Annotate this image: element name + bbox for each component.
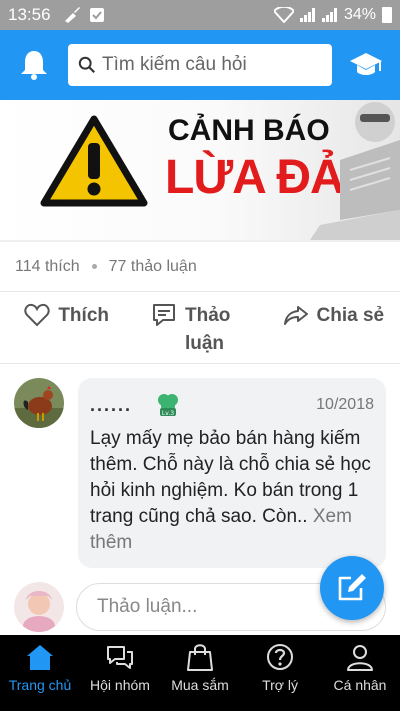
nav-home[interactable]: Trang chủ <box>0 635 80 711</box>
app-header <box>0 30 400 100</box>
signal-icon <box>299 8 315 22</box>
warning-triangle-icon <box>40 115 148 207</box>
shopping-bag-icon <box>187 644 213 671</box>
heart-icon <box>24 303 50 327</box>
nav-shopping-label: Mua sắm <box>171 677 229 693</box>
comment-bubble: ...... Lv.3 10/2018 Lạy mấy mẹ bảo bán h… <box>78 378 386 568</box>
education-button[interactable] <box>342 41 390 89</box>
nav-profile-label: Cá nhân <box>333 677 387 693</box>
discussion-count[interactable]: 77 thảo luận <box>109 258 197 276</box>
nav-assistant[interactable]: Trợ lý <box>240 635 320 711</box>
discuss-label: Thảo luận <box>184 305 231 354</box>
notification-button[interactable] <box>10 41 58 89</box>
avatar[interactable] <box>14 378 64 428</box>
nav-home-label: Trang chủ <box>8 677 72 693</box>
broom-icon <box>64 7 80 23</box>
post-actions: Thích Thảo luận Chia sẻ <box>0 292 400 364</box>
post-stats: 114 thích 77 thảo luận <box>0 242 400 292</box>
post-banner-image[interactable]: CẢNH BÁO LỪA ĐẢO <box>0 100 400 240</box>
search-input[interactable] <box>102 54 322 76</box>
comment-date: 10/2018 <box>316 396 374 413</box>
wifi-icon <box>273 7 294 23</box>
like-button[interactable]: Thích <box>0 302 133 363</box>
share-label: Chia sẻ <box>316 305 385 326</box>
home-icon <box>27 645 53 670</box>
help-circle-icon <box>267 644 293 670</box>
battery-icon <box>382 7 392 23</box>
status-bar: 13:56 34% <box>0 0 400 30</box>
comment-username[interactable]: ...... <box>90 395 132 416</box>
discuss-button[interactable]: Thảo luận <box>133 302 266 363</box>
status-right: 34% <box>273 6 392 24</box>
app-root: 13:56 34% Tìm kiếm câu hỏi CẢNH BÁO LỪA … <box>0 0 400 711</box>
like-count[interactable]: 114 thích <box>15 258 80 276</box>
status-notification-icons <box>63 7 105 23</box>
checkbox-icon <box>89 8 104 22</box>
hacker-laptop-illustration <box>310 102 400 240</box>
signal-icon-2 <box>321 8 337 22</box>
status-time: 13:56 <box>8 5 51 24</box>
comment-item: ...... Lv.3 10/2018 Lạy mấy mẹ bảo bán h… <box>0 364 400 568</box>
comment-icon <box>152 304 175 326</box>
graduation-cap-icon <box>350 53 382 75</box>
nav-shopping[interactable]: Mua sắm <box>160 635 240 711</box>
rooster-avatar-image <box>14 378 64 428</box>
edit-icon <box>338 574 366 601</box>
comment-text: Lạy mấy mẹ bảo bán hàng kiếm thêm. Chỗ n… <box>90 426 374 556</box>
nav-groups-label: Hội nhóm <box>90 677 150 693</box>
bell-icon <box>21 51 47 80</box>
nav-assistant-label: Trợ lý <box>262 677 298 693</box>
person-icon <box>347 645 373 671</box>
search-icon <box>78 56 95 73</box>
compose-fab-button[interactable] <box>320 556 384 620</box>
like-label: Thích <box>58 305 109 326</box>
level-badge-text: Lv.3 <box>162 410 174 417</box>
share-arrow-icon <box>283 306 308 325</box>
share-button[interactable]: Chia sẻ <box>267 302 400 363</box>
battery-percent: 34% <box>343 6 376 23</box>
bottom-navigation: Trang chủ Hội nhóm Mua sắm Trợ lý Cá nhâ… <box>0 635 400 711</box>
level-badge-icon: Lv.3 <box>158 394 179 417</box>
search-bar[interactable] <box>68 44 332 86</box>
comment-header: ...... Lv.3 10/2018 <box>90 392 374 418</box>
nav-profile[interactable]: Cá nhân <box>320 635 400 711</box>
current-user-avatar <box>14 582 64 632</box>
chat-bubbles-icon <box>107 646 133 669</box>
baby-avatar-image <box>14 582 64 632</box>
nav-groups[interactable]: Hội nhóm <box>80 635 160 711</box>
separator-dot <box>91 264 97 269</box>
